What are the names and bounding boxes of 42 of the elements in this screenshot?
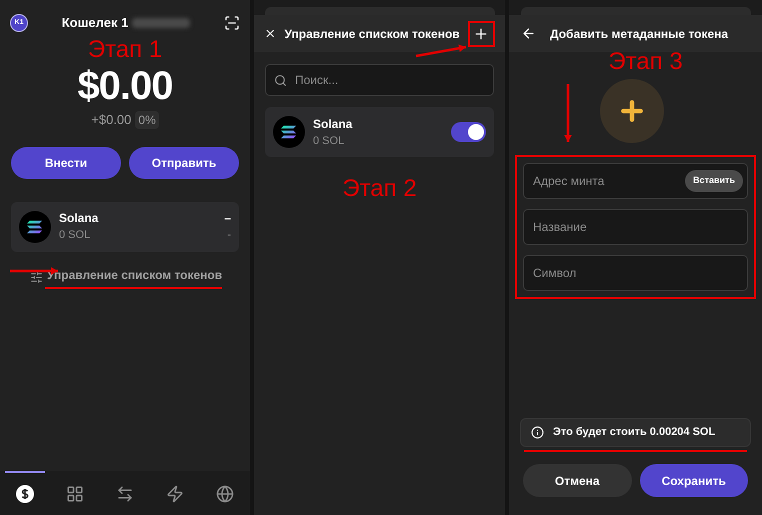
token-change: - <box>227 228 231 244</box>
change-percent-badge: 0% <box>135 110 159 129</box>
action-button[interactable]: Отправить <box>129 146 239 178</box>
token-card[interactable]: Solana 0 SOL – - <box>11 202 239 252</box>
token-amount: 0 SOL <box>313 134 346 149</box>
token-name: Solana <box>313 116 354 133</box>
globe-icon <box>216 485 234 503</box>
scan-icon[interactable] <box>224 15 240 31</box>
input-field[interactable]: Название <box>523 209 748 245</box>
swap-icon <box>116 485 134 503</box>
annotation-arrow <box>564 84 572 142</box>
wallet-title[interactable]: Кошелек 1 <box>62 13 128 33</box>
sheet-title: Управление списком токенов <box>284 26 460 42</box>
balance-change: +$0.00 <box>91 111 132 129</box>
info-icon <box>531 426 544 439</box>
manage-tokens-link[interactable]: Управление списком токенов <box>47 266 222 284</box>
token-value: – <box>224 210 231 228</box>
save-button[interactable]: Сохранить <box>640 464 748 497</box>
stage-annotation: Этап 3 <box>608 48 683 76</box>
back-icon[interactable] <box>521 26 536 41</box>
paste-button[interactable]: Вставить <box>685 170 743 192</box>
cost-text: Это будет стоить 0.00204 SOL <box>553 425 716 440</box>
stage-annotation: Этап 2 <box>342 174 417 204</box>
search-icon <box>274 74 287 87</box>
token-amount: 0 SOL <box>59 228 92 244</box>
action-button[interactable]: Внести <box>11 146 121 178</box>
balance-amount: $0.00 <box>77 64 173 108</box>
cancel-button[interactable]: Отмена <box>523 464 632 497</box>
solana-logo-icon <box>19 210 51 242</box>
sliders-icon <box>30 270 43 284</box>
stage-annotation: Этап 1 <box>88 36 162 64</box>
token-name: Solana <box>59 210 100 228</box>
grid-icon <box>66 485 84 503</box>
solana-logo-icon <box>273 116 305 148</box>
input-field[interactable]: Символ <box>523 255 748 291</box>
search-field[interactable]: Поиск... <box>265 64 494 96</box>
sheet-title: Добавить метаданные токена <box>550 26 728 42</box>
annotation-arrow <box>416 44 466 58</box>
bolt-icon <box>166 485 184 503</box>
dollar-icon <box>16 485 34 503</box>
toggle-switch[interactable] <box>451 122 486 142</box>
blurred-address <box>132 18 190 28</box>
